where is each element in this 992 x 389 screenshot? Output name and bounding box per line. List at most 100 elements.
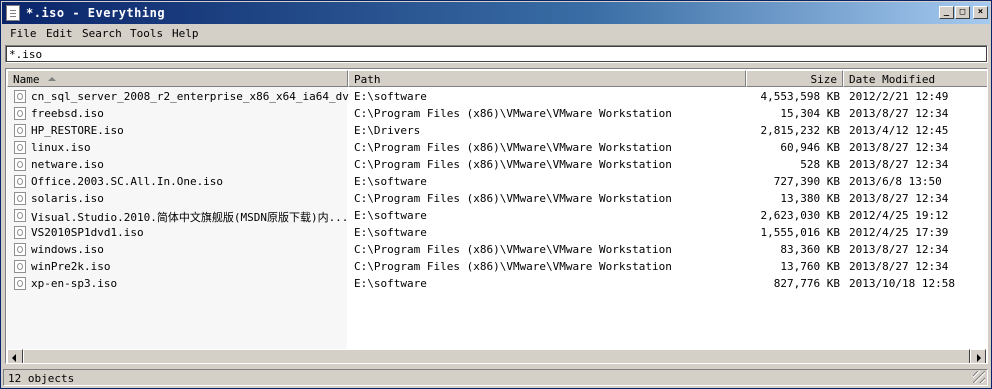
file-date: 2013/8/27 12:34 [849,141,949,154]
status-bar: 12 objects [3,369,988,386]
iso-file-icon [14,192,26,205]
horizontal-scrollbar[interactable] [7,349,986,363]
file-date: 2012/2/21 12:49 [849,90,949,103]
column-header-date[interactable]: Date Modified [843,70,987,87]
rows-container: cn_sql_server_2008_r2_enterprise_x86_x64… [7,88,987,292]
file-path: E:\software [354,209,427,222]
table-row[interactable]: linux.iso C:\Program Files (x86)\VMware\… [7,139,987,156]
file-name: linux.iso [31,141,91,154]
iso-file-icon [14,90,26,103]
iso-file-icon [14,209,26,222]
file-name: solaris.iso [31,192,104,205]
file-size: 83,360 KB [780,243,840,256]
title-bar[interactable]: *.iso - Everything _ □ × [2,2,990,24]
iso-file-icon [14,175,26,188]
file-size: 528 KB [800,158,840,171]
column-header-size[interactable]: Size [746,70,843,87]
file-name: cn_sql_server_2008_r2_enterprise_x86_x64… [31,90,349,103]
arrow-left-icon [12,354,16,362]
file-path: E:\Drivers [354,124,421,137]
file-date: 2013/4/12 12:45 [849,124,949,137]
file-size: 827,776 KB [773,277,840,290]
iso-file-icon [14,124,26,137]
maximize-button[interactable]: □ [955,6,970,19]
resize-grip-icon[interactable] [973,371,985,383]
column-header-name-label: Name [13,73,40,86]
app-window: *.iso - Everything _ □ × File Edit Searc… [0,0,992,389]
file-name: VS2010SP1dvd1.iso [31,226,144,239]
scroll-left-button[interactable] [7,349,23,363]
file-size: 60,946 KB [780,141,840,154]
menu-help[interactable]: Help [172,27,199,40]
file-date: 2013/10/18 12:58 [849,277,955,290]
file-path: C:\Program Files (x86)\VMware\VMware Wor… [354,260,672,273]
document-icon [6,5,20,21]
search-input[interactable]: *.iso [5,45,988,63]
file-path: E:\software [354,175,427,188]
file-size: 13,380 KB [780,192,840,205]
file-date: 2013/8/27 12:34 [849,243,949,256]
file-date: 2013/6/8 13:50 [849,175,942,188]
file-name: windows.iso [31,243,104,256]
file-size: 1,555,016 KB [760,226,840,239]
file-name: freebsd.iso [31,107,104,120]
file-date: 2013/8/27 12:34 [849,260,949,273]
file-name: Office.2003.SC.All.In.One.iso [31,175,224,188]
table-row[interactable]: HP_RESTORE.iso E:\Drivers 2,815,232 KB 2… [7,122,987,139]
menu-edit[interactable]: Edit [46,27,73,40]
iso-file-icon [14,260,26,273]
table-row[interactable]: Office.2003.SC.All.In.One.iso E:\softwar… [7,173,987,190]
file-date: 2012/4/25 17:39 [849,226,949,239]
table-row[interactable]: VS2010SP1dvd1.iso E:\software 1,555,016 … [7,224,987,241]
file-name: xp-en-sp3.iso [31,277,118,290]
file-path: C:\Program Files (x86)\VMware\VMware Wor… [354,243,672,256]
table-row[interactable]: windows.iso C:\Program Files (x86)\VMwar… [7,241,987,258]
scroll-right-button[interactable] [970,349,986,363]
iso-file-icon [14,107,26,120]
table-row[interactable]: freebsd.iso C:\Program Files (x86)\VMwar… [7,105,987,122]
file-date: 2013/8/27 12:34 [849,107,949,120]
file-path: C:\Program Files (x86)\VMware\VMware Wor… [354,107,672,120]
file-path: E:\software [354,226,427,239]
file-path: E:\software [354,90,427,103]
file-size: 2,623,030 KB [760,209,840,222]
sort-ascending-icon [47,77,56,81]
results-list[interactable]: Name Path Size Date Modified cn_sql_serv… [5,68,988,364]
file-date: 2012/4/25 19:12 [849,209,949,222]
table-row[interactable]: solaris.iso C:\Program Files (x86)\VMwar… [7,190,987,207]
file-name: HP_RESTORE.iso [31,124,124,137]
file-date: 2013/8/27 12:34 [849,192,949,205]
file-name: Visual.Studio.2010.简体中文旗舰版(MSDN原版下载)内... [31,211,349,224]
column-header-path[interactable]: Path [348,70,746,87]
table-row[interactable]: Visual.Studio.2010.简体中文旗舰版(MSDN原版下载)内...… [7,207,987,224]
iso-file-icon [14,158,26,171]
minimize-button[interactable]: _ [939,6,954,19]
file-path: C:\Program Files (x86)\VMware\VMware Wor… [354,158,672,171]
menu-tools[interactable]: Tools [130,27,163,40]
file-size: 13,760 KB [780,260,840,273]
iso-file-icon [14,141,26,154]
table-row[interactable]: netware.iso C:\Program Files (x86)\VMwar… [7,156,987,173]
file-size: 727,390 KB [773,175,840,188]
status-text: 12 objects [8,372,75,385]
column-header-name[interactable]: Name [7,70,348,87]
scrollbar-thumb[interactable] [23,349,970,363]
table-row[interactable]: cn_sql_server_2008_r2_enterprise_x86_x64… [7,88,987,105]
file-path: E:\software [354,277,427,290]
menu-search[interactable]: Search [82,27,122,40]
table-row[interactable]: winPre2k.iso C:\Program Files (x86)\VMwa… [7,258,987,275]
file-size: 15,304 KB [780,107,840,120]
iso-file-icon [14,243,26,256]
file-size: 2,815,232 KB [760,124,840,137]
file-size: 4,553,598 KB [760,90,840,103]
file-name: winPre2k.iso [31,260,111,273]
file-path: C:\Program Files (x86)\VMware\VMware Wor… [354,192,672,205]
window-title: *.iso - Everything [26,6,166,20]
arrow-right-icon [977,354,981,362]
close-button[interactable]: × [973,6,988,19]
iso-file-icon [14,226,26,239]
table-row[interactable]: xp-en-sp3.iso E:\software 827,776 KB 201… [7,275,987,292]
menu-bar: File Edit Search Tools Help [2,25,990,43]
menu-file[interactable]: File [10,27,37,40]
file-name: netware.iso [31,158,104,171]
